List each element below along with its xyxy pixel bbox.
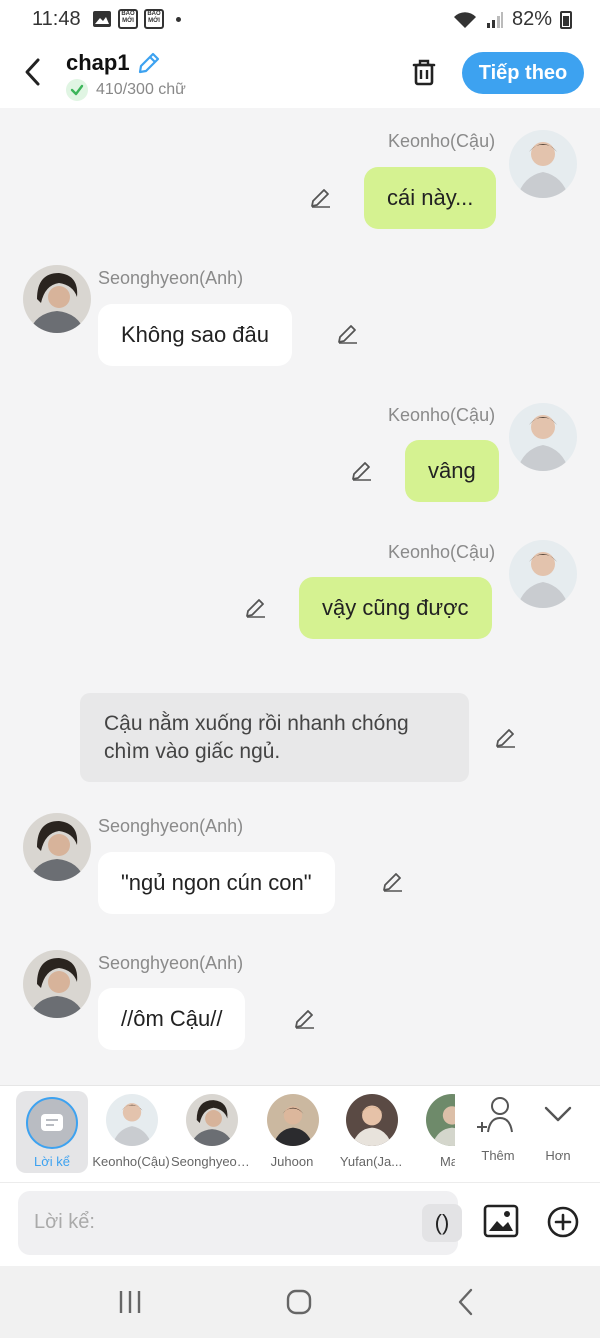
edit-pencil-icon[interactable] bbox=[350, 459, 374, 483]
narrator-avatar bbox=[26, 1097, 78, 1149]
back-arrow-icon[interactable] bbox=[18, 54, 50, 90]
sender-name: Seonghyeon(Anh) bbox=[98, 953, 244, 973]
input-placeholder: Lời kể: bbox=[34, 1211, 95, 1233]
narration-input[interactable]: Lời kể: () bbox=[18, 1191, 462, 1255]
word-count: 410/300 chữ bbox=[96, 81, 186, 98]
avatar-keonho[interactable] bbox=[509, 540, 577, 608]
avatar-seonghyeon[interactable] bbox=[23, 950, 91, 1018]
character-seonghyeon[interactable]: Seonghyeon(Anh) bbox=[171, 1086, 251, 1182]
sender-name: Keonho(Cậu) bbox=[388, 542, 496, 562]
sender-name: Keonho(Cậu) bbox=[388, 131, 496, 151]
character-ma[interactable]: Ma bbox=[411, 1086, 455, 1182]
chapter-title[interactable]: chap1 bbox=[66, 50, 130, 76]
character-juhoon[interactable]: Juhoon bbox=[252, 1086, 332, 1182]
avatar-seonghyeon[interactable] bbox=[23, 813, 91, 881]
character-keonho[interactable]: Keonho(Cậu) bbox=[91, 1086, 171, 1182]
edit-pencil-icon[interactable] bbox=[293, 1007, 317, 1031]
recent-apps-icon[interactable] bbox=[110, 1286, 150, 1318]
character-avatar bbox=[346, 1094, 398, 1146]
character-avatar bbox=[267, 1094, 319, 1146]
character-label: Seonghyeon(Anh) bbox=[171, 1154, 251, 1169]
character-avatar bbox=[186, 1094, 238, 1146]
character-selector: Lời kể Keonho(Cậu) Seonghyeon(Anh) Juhoo… bbox=[0, 1085, 600, 1182]
battery-icon bbox=[560, 10, 572, 29]
chevron-down-icon bbox=[544, 1106, 572, 1122]
sender-name: Keonho(Cậu) bbox=[388, 405, 496, 425]
battery-percent: 82% bbox=[511, 8, 552, 30]
narrator-label: Lời kể bbox=[34, 1154, 70, 1169]
character-label: Juhoon bbox=[270, 1154, 314, 1169]
message-bubble[interactable]: //ôm Cậu// bbox=[98, 988, 246, 1050]
add-character-label: Thêm bbox=[481, 1148, 515, 1163]
character-label: Ma bbox=[439, 1154, 455, 1169]
more-notifications-dot bbox=[176, 16, 181, 22]
composer: Lời kể: () bbox=[0, 1182, 600, 1266]
news-app-icon: BÁO MỚI bbox=[118, 9, 138, 29]
add-circle-icon[interactable] bbox=[546, 1205, 580, 1239]
next-button[interactable]: Tiếp theo bbox=[462, 52, 584, 94]
check-icon bbox=[66, 79, 88, 101]
message-bubble[interactable]: Không sao đâu bbox=[98, 304, 293, 366]
edit-title-pencil-icon[interactable] bbox=[136, 50, 162, 76]
edit-pencil-icon[interactable] bbox=[336, 322, 360, 346]
news-app-icon-2: BÁO MỚI bbox=[144, 9, 164, 29]
status-bar: 11:48 BÁO MỚI BÁO MỚI 82% bbox=[0, 0, 600, 40]
edit-pencil-icon[interactable] bbox=[381, 870, 405, 894]
avatar-keonho[interactable] bbox=[509, 130, 577, 198]
edit-pencil-icon[interactable] bbox=[309, 186, 333, 210]
parenthesis-button[interactable]: () bbox=[422, 1204, 462, 1242]
character-label: Keonho(Cậu) bbox=[92, 1154, 170, 1169]
message-bubble[interactable]: vâng bbox=[405, 440, 499, 502]
add-character-button[interactable]: Thêm bbox=[468, 1094, 528, 1174]
message-bubble[interactable]: "ngủ ngon cún con" bbox=[98, 852, 335, 914]
character-label: Yufan(Ja... bbox=[339, 1154, 403, 1169]
signal-icon bbox=[486, 11, 503, 28]
home-icon[interactable] bbox=[279, 1286, 319, 1318]
add-person-icon bbox=[477, 1097, 513, 1133]
narration-block[interactable]: Cậu nằm xuống rồi nhanh chóng chìm vào g… bbox=[80, 693, 469, 782]
status-time: 11:48 bbox=[32, 8, 81, 30]
system-nav-bar bbox=[0, 1266, 600, 1338]
status-right: 82% bbox=[452, 8, 572, 31]
character-yufan[interactable]: Yufan(Ja... bbox=[331, 1086, 411, 1182]
avatar-keonho[interactable] bbox=[509, 403, 577, 471]
edit-pencil-icon[interactable] bbox=[244, 596, 268, 620]
image-icon[interactable] bbox=[483, 1203, 519, 1239]
gallery-icon bbox=[93, 11, 111, 27]
chapter-header: chap1 410/300 chữ Tiếp theo bbox=[0, 40, 600, 108]
message-bubble[interactable]: cái này... bbox=[364, 167, 497, 229]
message-bubble[interactable]: vậy cũng được bbox=[299, 577, 492, 639]
back-icon[interactable] bbox=[446, 1286, 486, 1318]
edit-pencil-icon[interactable] bbox=[494, 726, 518, 750]
narrator-selector[interactable]: Lời kể bbox=[16, 1091, 88, 1173]
notification-icons: BÁO MỚI BÁO MỚI bbox=[92, 9, 181, 29]
more-label: Hơn bbox=[545, 1148, 571, 1163]
wifi-icon bbox=[453, 11, 476, 28]
sender-name: Seonghyeon(Anh) bbox=[98, 816, 244, 836]
chat-area[interactable]: Keonho(Cậu) cái này... Seonghyeon(Anh) K… bbox=[0, 108, 600, 1085]
sender-name: Seonghyeon(Anh) bbox=[98, 268, 244, 288]
trash-icon[interactable] bbox=[408, 56, 440, 88]
character-avatar bbox=[106, 1094, 158, 1146]
character-avatar bbox=[426, 1094, 455, 1146]
more-button[interactable]: Hơn bbox=[528, 1094, 588, 1174]
avatar-seonghyeon[interactable] bbox=[23, 265, 91, 333]
